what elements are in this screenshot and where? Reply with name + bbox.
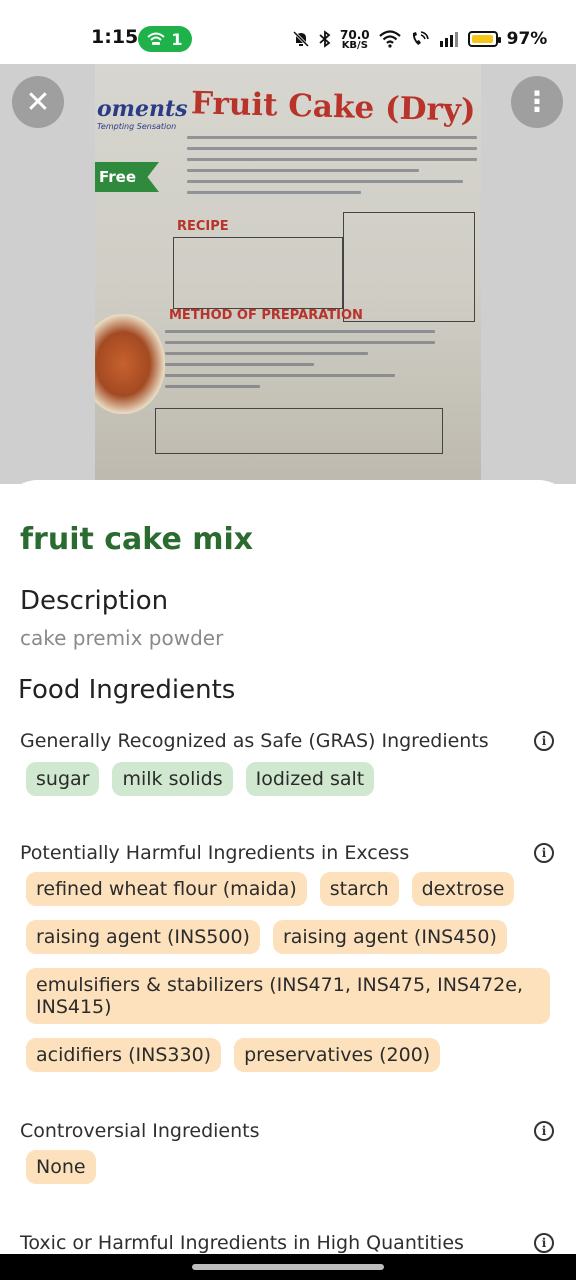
ingredient-chip[interactable]: None	[26, 1150, 96, 1184]
ingredient-chip[interactable]: milk solids	[112, 762, 233, 796]
package-baking-box	[155, 408, 443, 454]
ingredient-chip[interactable]: Iodized salt	[245, 762, 375, 796]
description-text: cake premix powder	[20, 626, 224, 650]
hotspot-count: 1	[171, 29, 183, 49]
ingredient-chip[interactable]: acidifiers (INS330)	[26, 1038, 222, 1072]
more-options-button[interactable]: ⋮	[511, 76, 563, 128]
info-icon[interactable]: i	[534, 1233, 554, 1253]
package-tagline: Tempting Sensation	[97, 122, 177, 131]
status-time: 1:15	[91, 26, 139, 48]
package-method-heading: METHOD OF PREPARATION	[169, 308, 363, 323]
details-sheet[interactable]: fruit cake mix Description cake premix p…	[0, 480, 576, 1280]
chip-list: refined wheat flour (maida) starch dextr…	[20, 872, 556, 1072]
ingredients-heading: Food Ingredients	[18, 675, 236, 705]
package-ingredient-text	[187, 136, 477, 202]
controversial-section: Controversial Ingredients i None	[20, 1118, 556, 1184]
toxic-title: Toxic or Harmful Ingredients in High Qua…	[20, 1232, 464, 1254]
package-cake-picture	[95, 314, 165, 414]
speed-unit: KB/S	[341, 39, 368, 51]
chip-list: sugar milk solids Iodized salt	[20, 762, 556, 796]
ingredient-chip[interactable]: starch	[319, 872, 399, 906]
product-photo: oments Tempting Sensation Fruit Cake (Dr…	[0, 64, 576, 484]
battery-fill	[471, 35, 493, 43]
battery-icon	[467, 31, 501, 47]
harmful-excess-title: Potentially Harmful Ingredients in Exces…	[20, 842, 410, 864]
package-title: Fruit Cake (Dry) Mix	[190, 85, 481, 130]
package-image: oments Tempting Sensation Fruit Cake (Dr…	[95, 64, 481, 484]
chip-list: None	[20, 1150, 556, 1184]
ingredient-chip[interactable]: preservatives (200)	[234, 1038, 441, 1072]
network-speed: 70.0 KB/S	[340, 27, 370, 51]
package-nutrition-table	[343, 212, 475, 322]
description-heading: Description	[20, 586, 169, 616]
ingredient-chip[interactable]: sugar	[26, 762, 100, 796]
speed-value: 70.0	[340, 27, 370, 42]
info-icon[interactable]: i	[534, 731, 554, 751]
more-vertical-icon: ⋮	[523, 85, 551, 118]
harmful-excess-section: Potentially Harmful Ingredients in Exces…	[20, 840, 556, 1072]
status-bar: 1:15 1 70.0 KB/S 97%	[0, 0, 576, 64]
close-button[interactable]: ✕	[12, 76, 64, 128]
close-icon: ✕	[25, 84, 51, 120]
package-free-badge: Free	[95, 162, 159, 192]
mute-bell-icon	[292, 30, 310, 48]
info-icon[interactable]: i	[534, 1121, 554, 1141]
info-icon[interactable]: i	[534, 843, 554, 863]
wifi-icon	[378, 30, 401, 48]
ingredient-chip[interactable]: refined wheat flour (maida)	[26, 872, 307, 906]
hotspot-icon	[147, 32, 166, 45]
hotspot-indicator[interactable]: 1	[138, 26, 192, 52]
ingredient-chip[interactable]: emulsifiers & stabilizers (INS471, INS47…	[26, 968, 550, 1024]
battery-percent: 97%	[506, 29, 548, 49]
controversial-title: Controversial Ingredients	[20, 1120, 260, 1142]
package-method-text	[165, 330, 435, 396]
status-icons: 70.0 KB/S 97%	[292, 26, 547, 52]
home-indicator[interactable]	[192, 1264, 384, 1270]
package-recipe-heading: RECIPE	[177, 219, 229, 234]
gras-section: Generally Recognized as Safe (GRAS) Ingr…	[20, 728, 556, 796]
package-brand: oments	[97, 96, 188, 122]
toxic-section: Toxic or Harmful Ingredients in High Qua…	[20, 1230, 556, 1256]
ingredient-chip[interactable]: raising agent (INS450)	[272, 920, 507, 954]
signal-icon	[439, 32, 458, 47]
bluetooth-icon	[319, 30, 331, 48]
product-name: fruit cake mix	[20, 522, 254, 557]
wifi-calling-icon	[412, 31, 429, 45]
ingredient-chip[interactable]: raising agent (INS500)	[26, 920, 260, 954]
ingredient-chip[interactable]: dextrose	[411, 872, 515, 906]
gras-title: Generally Recognized as Safe (GRAS) Ingr…	[20, 730, 489, 752]
package-recipe-table	[173, 237, 343, 309]
